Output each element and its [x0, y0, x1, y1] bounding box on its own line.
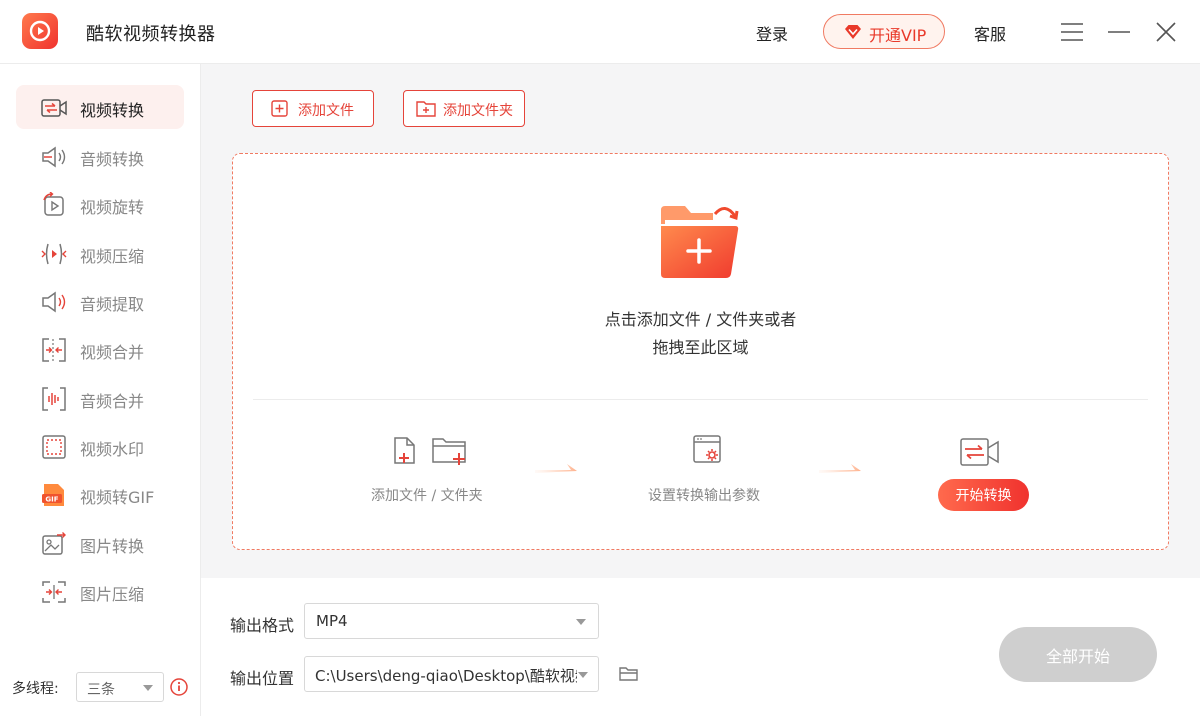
login-link[interactable]: 登录: [756, 21, 788, 45]
add-folder-label: 添加文件夹: [443, 103, 513, 119]
start-convert-button[interactable]: 开始转换: [938, 479, 1029, 511]
sidebar-item-label: 视频合并: [80, 343, 145, 362]
sidebar-item-label: 视频转换: [80, 101, 145, 120]
add-folder-button[interactable]: 添加文件夹: [403, 90, 525, 127]
sidebar-item-label: 视频转GIF: [80, 488, 155, 507]
sidebar-item-image-compress[interactable]: 图片压缩: [16, 569, 184, 613]
sidebar-item-video-convert[interactable]: 视频转换: [16, 85, 184, 129]
divider: [253, 399, 1148, 400]
add-file-button[interactable]: 添加文件: [252, 90, 374, 127]
step-add-files-label: 添加文件 / 文件夹: [371, 488, 483, 504]
video-convert-icon: [40, 95, 68, 121]
video-compress-icon: [40, 241, 68, 267]
gif-icon: GIF: [40, 482, 68, 508]
video-rotate-icon: [40, 192, 68, 218]
output-location-select[interactable]: C:\Users\deng-qiao\Desktop\酷软视频转换器: [304, 656, 599, 692]
svg-text:GIF: GIF: [45, 496, 58, 504]
start-all-button[interactable]: 全部开始: [999, 627, 1157, 682]
image-compress-icon: [40, 579, 68, 605]
close-icon[interactable]: [1152, 18, 1180, 46]
sidebar-item-label: 视频压缩: [80, 247, 145, 266]
settings-window-icon: [692, 434, 722, 464]
arrow-right-icon: [535, 462, 579, 476]
sidebar-item-video-to-gif[interactable]: GIF 视频转GIF: [16, 472, 184, 516]
output-format-select[interactable]: MP4: [304, 603, 599, 639]
sidebar-item-label: 音频提取: [80, 295, 145, 314]
folder-plus-icon: [416, 100, 436, 117]
sidebar-item-video-compress[interactable]: 视频压缩: [16, 231, 184, 275]
vip-button-label: 开通VIP: [869, 26, 927, 45]
sidebar-item-label: 图片转换: [80, 537, 145, 556]
output-location-label: 输出位置: [230, 669, 295, 688]
menu-icon[interactable]: [1058, 18, 1086, 46]
audio-convert-icon: [40, 144, 68, 170]
vip-button[interactable]: 开通VIP: [823, 14, 945, 49]
sidebar-item-image-convert[interactable]: 图片转换: [16, 521, 184, 565]
sidebar-item-audio-convert[interactable]: 音频转换: [16, 134, 184, 178]
drop-hint-line2: 拖拽至此区域: [652, 338, 749, 357]
caret-down-icon: [143, 685, 153, 691]
add-file-label: 添加文件: [298, 103, 354, 119]
sidebar-item-label: 视频旋转: [80, 198, 145, 217]
title-bar: 酷软视频转换器 登录 开通VIP 客服: [0, 0, 1200, 64]
image-convert-icon: [40, 531, 68, 557]
caret-down-icon: [578, 672, 588, 678]
add-folder-step-icon: [431, 436, 469, 466]
info-icon[interactable]: [170, 678, 188, 696]
file-drop-zone[interactable]: 点击添加文件 / 文件夹或者 拖拽至此区域 添加文件 / 文件夹 设置转换输出参…: [232, 153, 1169, 550]
sidebar-item-video-rotate[interactable]: 视频旋转: [16, 182, 184, 226]
audio-merge-icon: [40, 386, 68, 412]
sidebar-item-label: 音频转换: [80, 150, 145, 169]
open-folder-icon[interactable]: [619, 666, 639, 682]
add-file-step-icon: [393, 436, 419, 466]
sidebar-item-audio-extract[interactable]: 音频提取: [16, 279, 184, 323]
sidebar-item-label: 图片压缩: [80, 585, 145, 604]
sidebar-item-label: 视频水印: [80, 440, 145, 459]
output-format-label: 输出格式: [230, 616, 295, 635]
thread-count-label: 多线程:: [12, 681, 59, 697]
diamond-icon: [844, 24, 862, 40]
output-format-value: MP4: [316, 612, 348, 630]
video-convert-step-icon: [959, 436, 1001, 468]
sidebar-item-video-merge[interactable]: 视频合并: [16, 327, 184, 371]
sidebar-item-audio-merge[interactable]: 音频合并: [16, 376, 184, 420]
app-title: 酷软视频转换器: [86, 24, 216, 45]
video-watermark-icon: [40, 434, 68, 460]
audio-extract-icon: [40, 289, 68, 315]
sidebar: 视频转换 音频转换 视频旋转 视频压缩 音频提取 视频合并 音频合并 视频水印 …: [0, 64, 201, 716]
plus-square-icon: [271, 100, 288, 117]
sidebar-item-video-watermark[interactable]: 视频水印: [16, 424, 184, 468]
output-location-value: C:\Users\deng-qiao\Desktop\酷软视频转换器: [315, 667, 577, 685]
arrow-right-icon: [819, 462, 863, 476]
video-merge-icon: [40, 337, 68, 363]
thread-count-select[interactable]: 三条: [76, 672, 164, 702]
sidebar-item-label: 音频合并: [80, 392, 145, 411]
add-folder-illustration-icon: [659, 204, 743, 282]
drop-hint-line1: 点击添加文件 / 文件夹或者: [604, 310, 797, 329]
minimize-icon[interactable]: [1105, 18, 1133, 46]
main-content: 添加文件 添加文件夹 点击添加文件 / 文件夹或者 拖拽至此区域 添加文件 / …: [201, 64, 1200, 578]
app-logo-icon: [22, 13, 58, 49]
customer-service-link[interactable]: 客服: [974, 21, 1006, 45]
output-settings-bar: 输出格式 MP4 输出位置 C:\Users\deng-qiao\Desktop…: [201, 578, 1200, 716]
thread-count-value: 三条: [87, 682, 115, 698]
step-set-params-label: 设置转换输出参数: [648, 488, 760, 504]
caret-down-icon: [576, 619, 586, 625]
